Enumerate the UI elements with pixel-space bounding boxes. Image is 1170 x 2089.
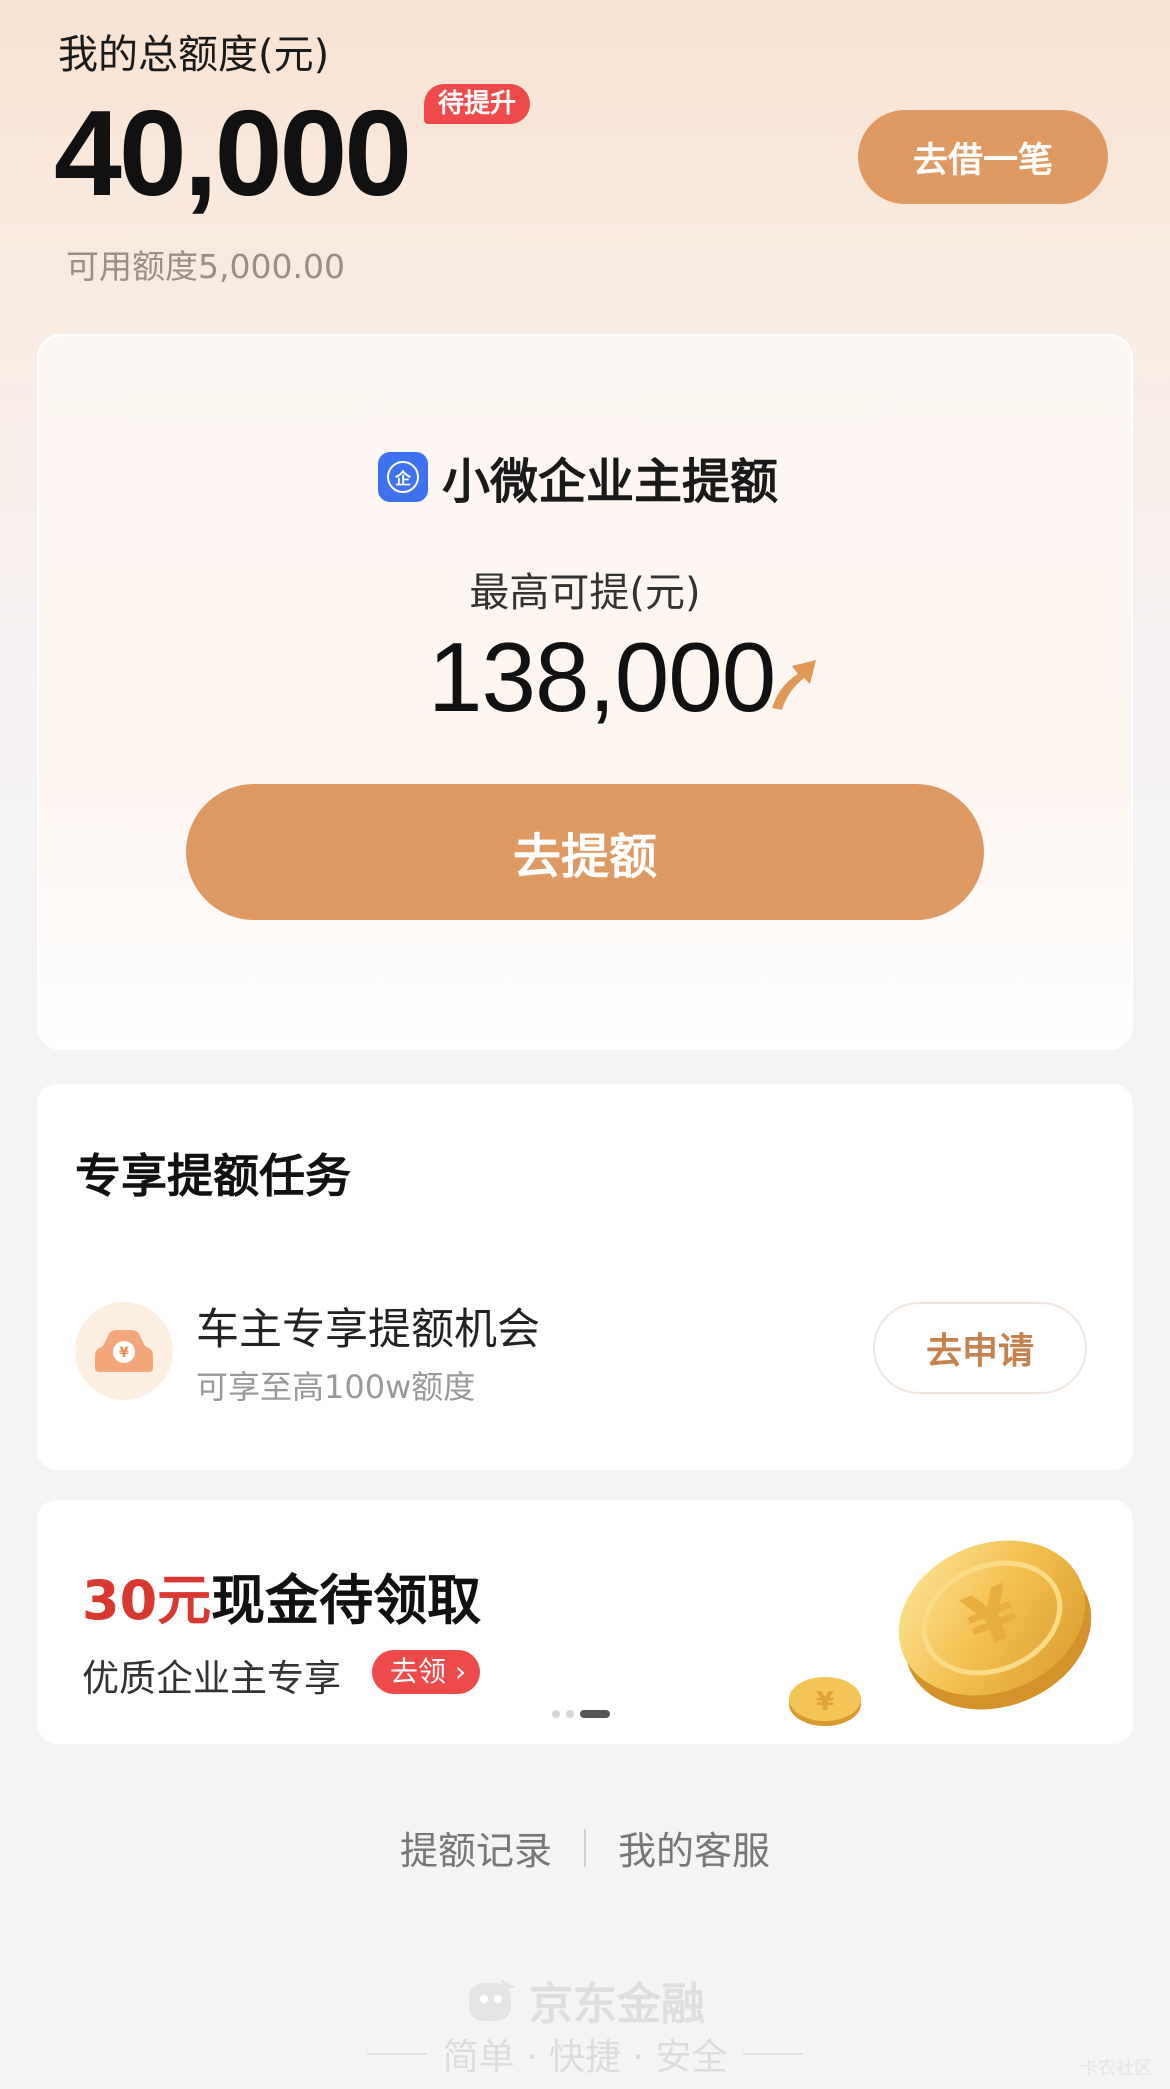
carousel-dot	[566, 1710, 574, 1718]
slogan: 简单 · 快捷 · 安全	[0, 2028, 1170, 2080]
slogan-line-right	[743, 2053, 804, 2055]
jd-finance-logo-icon	[469, 1979, 515, 2021]
promo-title-text: 现金待领取	[211, 1569, 482, 1632]
borrow-button[interactable]: 去借一笔	[858, 110, 1108, 204]
total-limit-title: 我的总额度(元)	[58, 32, 330, 78]
arrow-up-icon	[772, 660, 816, 710]
max-increase-amount: 138,000	[428, 622, 776, 732]
limit-increase-header: 企 小微企业主提额	[378, 442, 778, 512]
brand: 京东金融	[0, 1968, 1170, 2032]
enterprise-icon: 企	[378, 452, 428, 502]
available-limit: 可用额度5,000.00	[66, 247, 345, 286]
slogan-line-left	[366, 2053, 427, 2055]
carousel-indicator	[552, 1710, 610, 1718]
task-name: 车主专享提额机会	[196, 1305, 540, 1355]
task-description: 可享至高100w额度	[196, 1368, 476, 1406]
max-increase-label: 最高可提(元)	[469, 570, 701, 616]
promo-amount: 30元	[82, 1569, 212, 1632]
increase-record-link[interactable]: 提额记录	[400, 1820, 552, 1875]
svg-text:¥: ¥	[119, 1345, 129, 1361]
carousel-dot	[552, 1710, 560, 1718]
claim-button[interactable]: 去领 ›	[372, 1650, 481, 1694]
limit-increase-title: 小微企业主提额	[442, 454, 779, 510]
footer-divider	[584, 1828, 586, 1867]
slogan-text: 简单 · 快捷 · 安全	[442, 2037, 728, 2078]
promo-title: 30元现金待领取	[82, 1556, 481, 1635]
car-coin-icon: ¥	[75, 1302, 173, 1400]
apply-button[interactable]: 去申请	[873, 1302, 1087, 1394]
enterprise-icon-char: 企	[387, 461, 419, 493]
total-limit-amount: 40,000	[54, 85, 412, 221]
gold-coin-icon: ¥	[898, 1540, 1092, 1710]
footer-links: 提额记录 我的客服	[0, 1820, 1170, 1875]
tasks-title: 专享提额任务	[75, 1149, 351, 1203]
pending-increase-badge: 待提升	[424, 84, 531, 124]
brand-name: 京东金融	[529, 1979, 705, 2030]
svg-text:¥: ¥	[816, 1687, 834, 1717]
promo-subtitle: 优质企业主专享	[82, 1657, 341, 1700]
small-gold-coin-icon: ¥	[789, 1677, 861, 1726]
increase-limit-button[interactable]: 去提额	[186, 784, 984, 920]
customer-service-link[interactable]: 我的客服	[618, 1820, 770, 1875]
watermark: 卡农社区	[1080, 2058, 1152, 2079]
carousel-dot-active	[580, 1710, 610, 1718]
